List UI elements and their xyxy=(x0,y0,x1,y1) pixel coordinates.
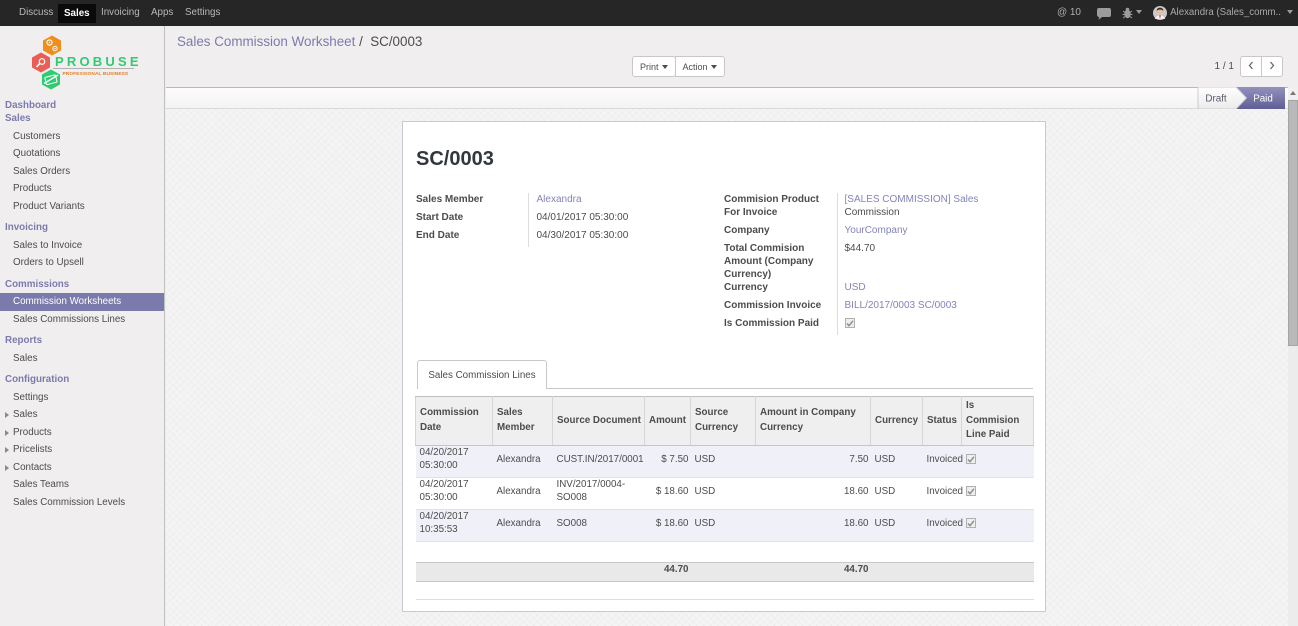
svg-text:PROFESSIONAL BUSINESS: PROFESSIONAL BUSINESS xyxy=(63,71,129,77)
svg-text:Draft: Draft xyxy=(1205,94,1227,105)
svg-text:PROBUSE: PROBUSE xyxy=(55,54,142,69)
svg-text:Paid: Paid xyxy=(1253,94,1273,105)
